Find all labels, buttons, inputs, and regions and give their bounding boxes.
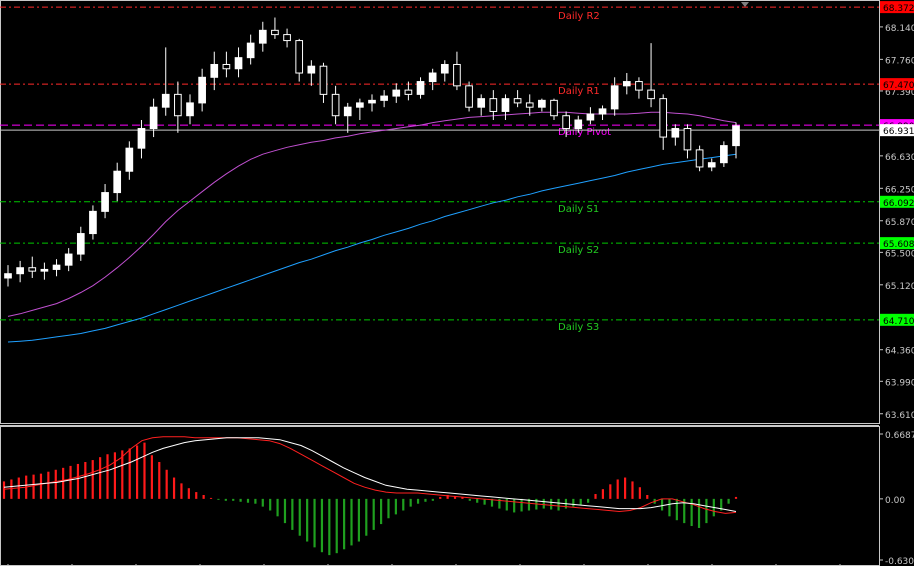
candle-body [671, 128, 680, 138]
candle-body [525, 102, 534, 108]
candle-body [52, 264, 61, 270]
price-axis-label: 65.870 [885, 218, 914, 228]
candle-body [40, 268, 49, 272]
price-axis-label: 65.500 [885, 249, 914, 259]
level-label: Daily S3 [558, 322, 599, 333]
candle-body [331, 93, 340, 117]
candle-body [174, 93, 182, 117]
candle-body [562, 115, 570, 130]
candle-body [695, 149, 704, 168]
candle-body [186, 102, 194, 117]
candle-body [368, 99, 376, 104]
trading-chart: Daily R2Daily R1Daily PivotDaily S1Daily… [0, 0, 914, 566]
candle-body [234, 57, 243, 70]
candle-body [343, 106, 352, 117]
candle-body [574, 119, 583, 130]
candle-body [586, 113, 595, 121]
candle-body [101, 192, 109, 212]
candle-body [149, 106, 158, 130]
candle [465, 81, 473, 112]
level-label: Daily R2 [558, 11, 600, 22]
price-axis-label: 65.120 [885, 282, 914, 292]
candle-body [258, 29, 267, 44]
candle-body [161, 93, 170, 108]
candle-body [113, 170, 122, 194]
price-axis-label: 64.360 [885, 347, 914, 357]
candle-body [125, 147, 134, 172]
candle-body [319, 65, 328, 95]
candle-body [513, 98, 522, 104]
candle-body [392, 89, 401, 97]
candle-body [307, 65, 316, 74]
candle-body [198, 76, 206, 104]
candle-body [271, 29, 279, 36]
candle-body [4, 273, 12, 279]
price-tag: 67.470 [880, 78, 914, 91]
candle-body [477, 98, 486, 108]
candle-body [453, 63, 461, 87]
price-tag-label: 67.470 [883, 81, 914, 91]
candle-body [647, 89, 655, 100]
candle-body [428, 72, 437, 83]
price-axis-label: 63.990 [885, 378, 914, 388]
price-tag: 68.372 [880, 1, 914, 14]
candle-body [356, 102, 364, 108]
candle-body [635, 81, 643, 91]
candle-body [404, 89, 413, 95]
price-tag-label: 66.092 [883, 199, 914, 209]
candle-body [137, 128, 146, 149]
level-label: Daily R1 [558, 86, 600, 97]
candle-body [416, 81, 425, 95]
level-label: Daily S2 [558, 245, 599, 256]
price-tag: 66.092 [880, 195, 914, 209]
candle-body [89, 210, 97, 235]
price-tag: 65.608 [880, 237, 914, 250]
candle-body [598, 108, 607, 115]
candle-body [465, 85, 473, 108]
candle-body [28, 267, 37, 272]
price-tag-label: 66.931 [883, 127, 914, 137]
macd-axis-label: 0.00 [885, 496, 905, 506]
candle-body [659, 98, 668, 138]
price-tag-label: 65.608 [883, 240, 914, 250]
candle-body [76, 233, 85, 255]
candle-body [246, 42, 255, 59]
candle-body [283, 34, 291, 42]
candle-body [622, 81, 631, 87]
candle-body [550, 99, 558, 117]
candle-body [720, 145, 728, 164]
candle-body [222, 63, 231, 70]
candle-body [210, 63, 219, 78]
price-tag: 64.710 [880, 313, 914, 327]
price-axis-label: 68.140 [885, 24, 914, 34]
candle-body [732, 125, 740, 147]
macd-axis-label: 0.66878 [885, 431, 914, 441]
candle-body [440, 63, 449, 74]
price-axis-label: 66.630 [885, 153, 914, 163]
level-label: Daily S1 [558, 204, 599, 215]
candle-body [295, 40, 304, 74]
candle-body [64, 253, 73, 266]
price-axis-label: 66.250 [885, 185, 914, 195]
macd-axis-label: -0.6303 [885, 557, 914, 566]
price-tag-label: 64.710 [883, 317, 914, 327]
candle [720, 141, 728, 167]
price-tag-label: 68.372 [883, 4, 914, 14]
candle [695, 145, 704, 172]
price-axis-label: 63.610 [885, 411, 914, 421]
candle-body [16, 267, 24, 275]
price-tag: 66.931 [880, 124, 914, 137]
candle-body [683, 128, 692, 151]
candle-body [380, 95, 388, 101]
candle-body [610, 85, 619, 110]
price-axis-label: 67.760 [885, 56, 914, 66]
candle-body [489, 98, 498, 112]
candle-body [707, 162, 716, 168]
candle-body [538, 99, 546, 108]
candle-body [501, 98, 510, 112]
